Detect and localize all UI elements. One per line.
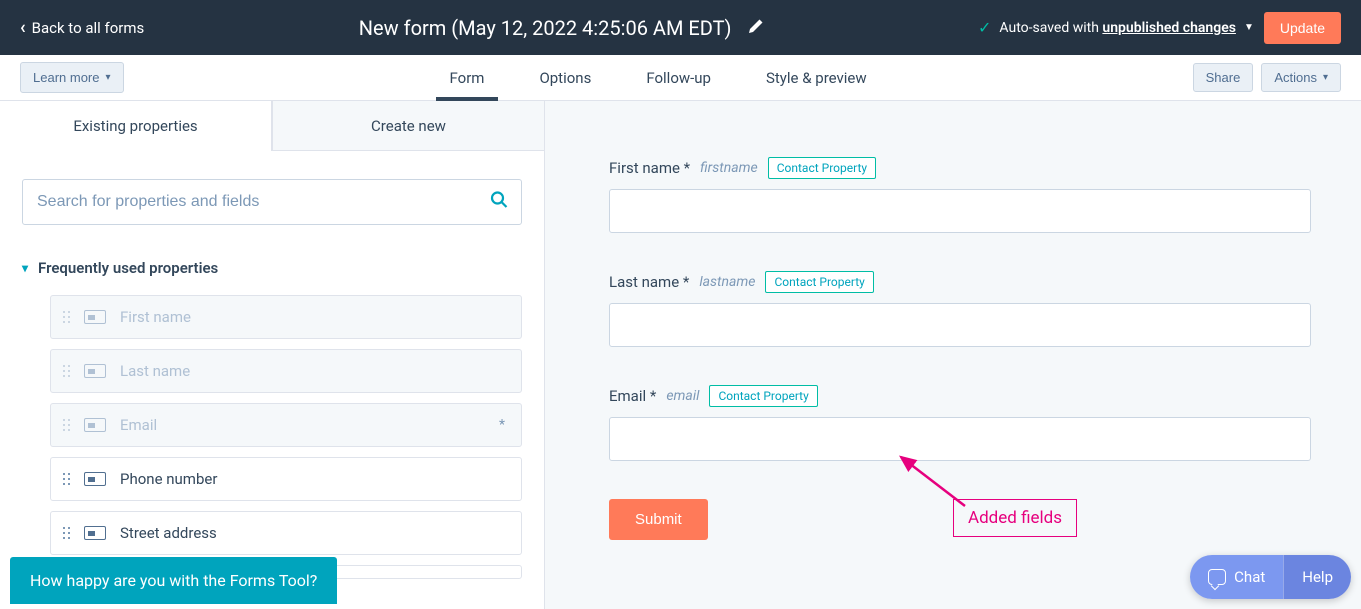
caret-down-icon: ▾ bbox=[1323, 72, 1328, 83]
nav-tab-style-preview[interactable]: Style & preview bbox=[766, 55, 867, 100]
property-item-first-name: First name bbox=[50, 295, 522, 339]
form-field-email[interactable]: Email * email Contact Property bbox=[609, 385, 1311, 461]
drag-handle-icon bbox=[63, 365, 70, 377]
property-label: Street address bbox=[120, 524, 217, 542]
property-label: First name bbox=[120, 308, 191, 326]
field-input-firstname[interactable] bbox=[609, 189, 1311, 233]
property-item-street-address[interactable]: Street address bbox=[50, 511, 522, 555]
nav-tab-follow-up[interactable]: Follow-up bbox=[646, 55, 711, 100]
field-internal-name: firstname bbox=[700, 160, 758, 176]
section-toggle-frequently-used[interactable]: ▾ Frequently used properties bbox=[22, 259, 522, 277]
field-input-email[interactable] bbox=[609, 417, 1311, 461]
autosave-link-text: unpublished changes bbox=[1102, 20, 1236, 36]
form-field-firstname[interactable]: First name * firstname Contact Property bbox=[609, 157, 1311, 233]
help-button[interactable]: Help bbox=[1283, 555, 1351, 599]
learn-more-button[interactable]: Learn more ▾ bbox=[20, 62, 124, 93]
drag-handle-icon bbox=[63, 419, 70, 431]
share-button[interactable]: Share bbox=[1193, 63, 1254, 92]
caret-down-icon: ▾ bbox=[22, 261, 28, 275]
nav-tab-form[interactable]: Form bbox=[450, 55, 485, 100]
property-label: Last name bbox=[120, 362, 190, 380]
chat-button[interactable]: Chat bbox=[1190, 555, 1283, 599]
field-internal-name: lastname bbox=[699, 274, 755, 290]
field-label: First name * bbox=[609, 159, 690, 177]
property-type-badge: Contact Property bbox=[765, 271, 873, 293]
text-field-icon bbox=[84, 526, 106, 540]
property-item-email: Email * bbox=[50, 403, 522, 447]
text-field-icon bbox=[84, 418, 106, 432]
field-label: Email * bbox=[609, 387, 656, 405]
autosave-prefix: Auto-saved with bbox=[999, 20, 1102, 36]
panel-tab-create-new[interactable]: Create new bbox=[272, 101, 544, 151]
survey-prompt[interactable]: How happy are you with the Forms Tool? bbox=[10, 557, 337, 604]
property-item-last-name: Last name bbox=[50, 349, 522, 393]
autosave-status[interactable]: ✓ Auto-saved with unpublished changes ▼ bbox=[978, 18, 1254, 37]
caret-down-icon: ▾ bbox=[105, 72, 110, 83]
required-indicator: * bbox=[499, 417, 505, 433]
property-label: Email bbox=[120, 416, 157, 434]
checkmark-icon: ✓ bbox=[978, 18, 991, 37]
caret-down-icon: ▼ bbox=[1244, 22, 1254, 33]
section-header-label: Frequently used properties bbox=[38, 259, 218, 277]
property-type-badge: Contact Property bbox=[709, 385, 817, 407]
submit-button[interactable]: Submit bbox=[609, 499, 708, 540]
actions-label: Actions bbox=[1274, 70, 1317, 85]
field-label: Last name * bbox=[609, 273, 689, 291]
panel-tab-existing-properties[interactable]: Existing properties bbox=[0, 101, 272, 151]
pencil-icon[interactable] bbox=[748, 18, 764, 38]
update-button[interactable]: Update bbox=[1264, 12, 1341, 44]
search-input[interactable] bbox=[22, 179, 522, 225]
drag-handle-icon[interactable] bbox=[63, 473, 70, 485]
field-internal-name: email bbox=[666, 388, 699, 404]
drag-handle-icon bbox=[63, 311, 70, 323]
property-type-badge: Contact Property bbox=[768, 157, 876, 179]
text-field-icon bbox=[84, 364, 106, 378]
text-field-icon bbox=[84, 310, 106, 324]
nav-tab-options[interactable]: Options bbox=[539, 55, 591, 100]
search-icon[interactable] bbox=[490, 191, 508, 214]
actions-button[interactable]: Actions ▾ bbox=[1261, 63, 1341, 92]
text-field-icon bbox=[84, 472, 106, 486]
chat-bubble-icon bbox=[1208, 569, 1226, 585]
chat-label: Chat bbox=[1234, 568, 1265, 586]
learn-more-label: Learn more bbox=[33, 70, 99, 85]
chevron-left-icon: ‹ bbox=[20, 17, 26, 38]
form-field-lastname[interactable]: Last name * lastname Contact Property bbox=[609, 271, 1311, 347]
drag-handle-icon[interactable] bbox=[63, 527, 70, 539]
back-to-forms-link[interactable]: ‹ Back to all forms bbox=[20, 17, 144, 38]
property-label: Phone number bbox=[120, 470, 217, 488]
field-input-lastname[interactable] bbox=[609, 303, 1311, 347]
back-label: Back to all forms bbox=[32, 19, 145, 37]
property-item-phone-number[interactable]: Phone number bbox=[50, 457, 522, 501]
page-title: New form (May 12, 2022 4:25:06 AM EDT) bbox=[359, 16, 732, 40]
annotation-label: Added fields bbox=[953, 499, 1077, 537]
